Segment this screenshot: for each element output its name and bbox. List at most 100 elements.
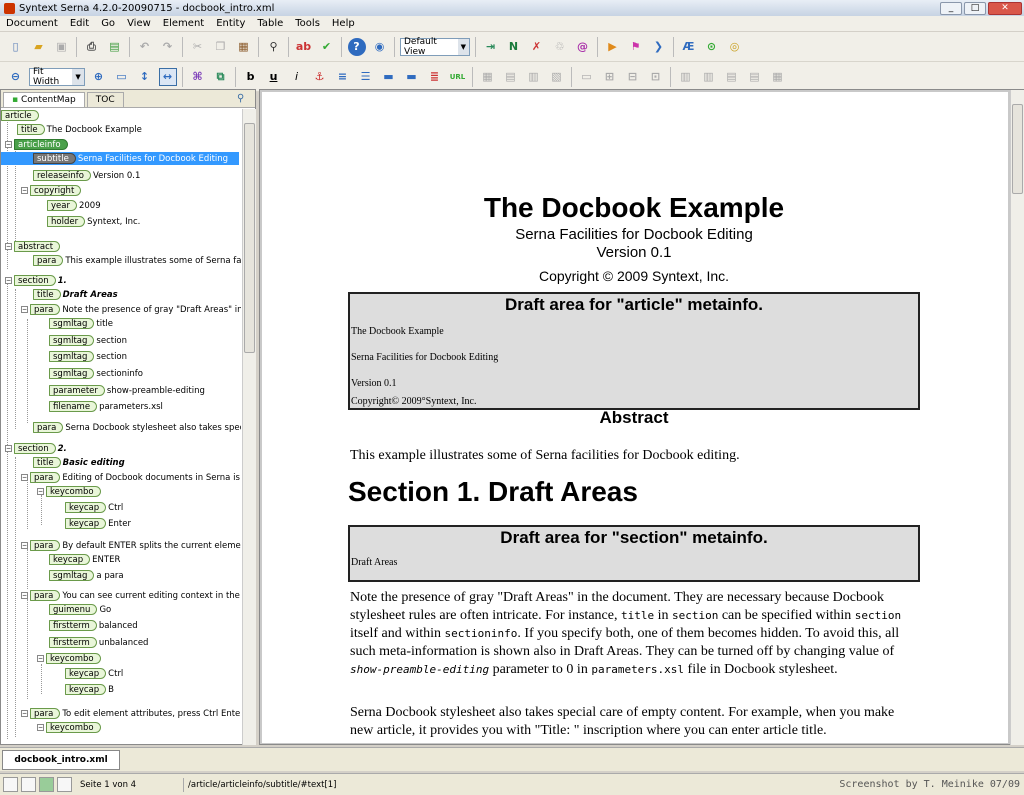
pin-icon[interactable]: ⚲ [237,93,249,105]
tree-node[interactable]: year 2009 [47,199,101,212]
collapse-icon[interactable]: − [5,445,12,452]
collapse-icon[interactable]: − [37,488,44,495]
menu-view[interactable]: View [121,18,157,29]
abstract-text[interactable]: This example illustrates some of Serna f… [350,447,910,465]
col-right-icon[interactable]: ▥ [700,68,718,86]
tree-node[interactable]: − para By default ENTER splits the current… [21,539,241,552]
tree-node[interactable]: keycap Enter [65,517,131,530]
collapse-icon[interactable]: − [21,474,28,481]
collapse-icon[interactable]: − [21,710,28,717]
status-icon[interactable] [3,777,18,792]
cut-icon[interactable]: ✂ [189,38,207,56]
tree-node[interactable]: − articleinfo [5,138,70,151]
para-2[interactable]: Serna Docbook stylesheet also takes spec… [350,704,910,740]
menu-tools[interactable]: Tools [289,18,326,29]
table-props-icon[interactable]: ▦ [769,68,787,86]
italic-icon[interactable]: i [288,68,306,86]
tree-node-selected[interactable]: subtitle Serna Facilities for Docbook Edi… [1,152,239,165]
rename-element-icon[interactable]: N [505,38,523,56]
menu-document[interactable]: Document [0,18,64,29]
spellcheck-icon[interactable]: ab [295,38,313,56]
tab-contentmap[interactable]: ▪ ContentMap [3,92,85,107]
tree-node[interactable]: guimenu Go [49,603,111,616]
draft-area-article[interactable]: Draft area for "article" metainfo. The D… [348,292,920,410]
text-view-icon[interactable] [57,777,72,792]
tree-node[interactable]: firstterm unbalanced [49,636,148,649]
help-icon[interactable]: ? [347,37,366,56]
collapse-icon[interactable]: − [21,542,28,549]
itemized-list-icon[interactable]: ☰ [357,68,375,86]
row-below-icon[interactable]: ▤ [746,68,764,86]
tree-node[interactable]: − para Editing of Docbook documents in Ser… [21,471,241,484]
collapse-icon[interactable]: − [5,141,12,148]
convert-icon[interactable]: ♲ [551,38,569,56]
row-above-icon[interactable]: ▤ [723,68,741,86]
para-after-icon[interactable]: ▬ [403,68,421,86]
tab-toc[interactable]: TOC [86,92,124,107]
zoom-select[interactable]: Fit Width ▼ [29,67,85,87]
table-icon[interactable]: ▦ [479,68,497,86]
table-row-icon[interactable]: ▤ [502,68,520,86]
url-icon[interactable]: URL [449,68,467,86]
menu-table[interactable]: Table [251,18,289,29]
collapse-icon[interactable]: − [37,655,44,662]
cell-merge-icon[interactable]: ▭ [578,68,596,86]
close-button[interactable]: ✕ [988,1,1022,15]
document-tab[interactable]: docbook_intro.xml [2,750,120,770]
table-del-icon[interactable]: ▧ [548,68,566,86]
fit-height-icon[interactable]: ↕ [136,68,154,86]
cell-split-icon[interactable]: ⊞ [601,68,619,86]
bold-icon[interactable]: b [242,68,260,86]
tree-node[interactable]: filename parameters.xsl [49,400,163,413]
tree-node[interactable]: − para To edit element attributes, press C… [21,707,241,720]
tree-node[interactable]: − section 1. [5,274,67,287]
insert-section-icon[interactable]: ≣ [426,68,444,86]
attributes-icon[interactable]: @ [574,38,592,56]
play-icon[interactable]: ▶ [604,38,622,56]
draft-area-section[interactable]: Draft area for "section" metainfo. Draft… [348,525,920,582]
cell-up-icon[interactable]: ⊟ [624,68,642,86]
document-scrollbar-thumb[interactable] [1012,104,1023,194]
processing-instruction-icon[interactable]: ◎ [726,38,744,56]
copy-icon[interactable]: ❐ [212,38,230,56]
tree-node[interactable]: title The Docbook Example [17,123,142,136]
tree-node[interactable]: keycap Ctrl [65,501,123,514]
validate-icon[interactable]: ✔ [318,38,336,56]
tree-node[interactable]: sgmltag a para [49,569,124,582]
cell-down-icon[interactable]: ⊡ [647,68,665,86]
menu-entity[interactable]: Entity [210,18,251,29]
tree-node[interactable]: keycap Ctrl [65,667,123,680]
collapse-icon[interactable]: − [21,306,28,313]
tree-node[interactable]: − keycombo [37,652,103,665]
tree-node[interactable]: article [1,109,41,122]
tree-node[interactable]: sgmltag sectioninfo [49,367,143,380]
document-scrollbar[interactable] [1010,90,1024,745]
new-document-icon[interactable]: ▯ [7,38,25,56]
tree-node[interactable]: firstterm balanced [49,619,138,632]
xref-icon[interactable]: ⊙ [703,38,721,56]
tree-node[interactable]: − para You can see current editing context… [21,589,241,602]
tree-scrollbar[interactable] [242,109,256,745]
tree-node[interactable]: para This example illustrates some of Ser… [33,254,241,267]
tree-node[interactable]: parameter show-preamble-editing [49,384,205,397]
find-icon[interactable]: ⚲ [265,38,283,56]
tree-node[interactable]: releaseinfo Version 0.1 [33,169,140,182]
tag-view-icon[interactable] [39,777,54,792]
tree-node[interactable]: − keycombo [37,485,103,498]
tree-node[interactable]: keycap ENTER [49,553,120,566]
save-icon[interactable]: ▣ [53,38,71,56]
doc-subtitle[interactable]: Serna Facilities for Docbook Editing [348,226,920,243]
tree-node[interactable]: keycap B [65,683,114,696]
tree-node[interactable]: sgmltag section [49,334,127,347]
minimize-button[interactable]: _ [940,1,962,15]
context-help-icon[interactable]: ◉ [371,38,389,56]
tree-node[interactable]: − copyright [21,184,83,197]
menu-element[interactable]: Element [157,18,210,29]
fit-page-icon[interactable]: ▭ [113,68,131,86]
paste-icon[interactable]: ▦ [235,38,253,56]
next-icon[interactable]: ❯ [650,38,668,56]
document-page[interactable]: The Docbook Example Serna Facilities for… [262,92,1008,743]
flag-icon[interactable]: ⚑ [627,38,645,56]
view-select[interactable]: Default View ▼ [400,37,470,57]
collapse-icon[interactable]: − [37,724,44,731]
